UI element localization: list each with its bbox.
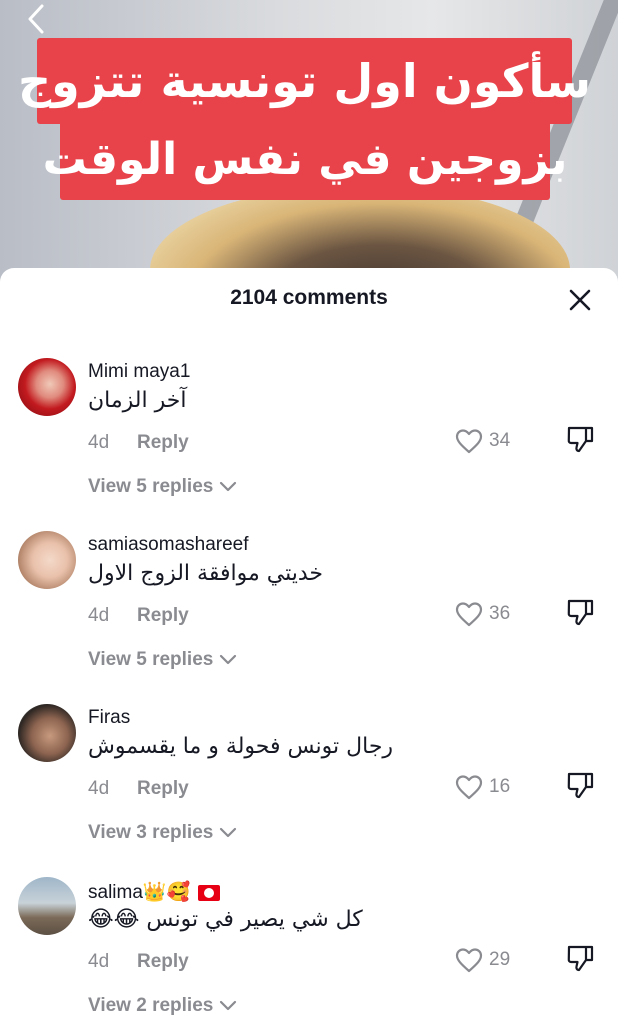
dislike-button[interactable] — [566, 770, 594, 800]
comment-age: 4d — [88, 432, 110, 453]
comment-text: رجال تونس فحولة و ما يقسموش — [88, 734, 394, 759]
dislike-button[interactable] — [566, 597, 594, 627]
view-replies-label: View 3 replies — [88, 822, 214, 843]
comment-text: كل شي يصير في تونس 😂😂 — [88, 907, 363, 932]
comment-username[interactable]: Firas — [88, 707, 130, 729]
comments-sheet: 2104 comments Mimi maya1 آخر الزمان 4d Re… — [0, 268, 618, 1024]
comment-item: Mimi maya1 آخر الزمان 4d Reply 34 View 5 … — [0, 358, 618, 530]
back-icon — [28, 4, 44, 34]
avatar[interactable] — [18, 877, 76, 935]
view-replies-button[interactable]: View 5 replies — [88, 649, 238, 671]
comment-meta: 4d Reply — [88, 432, 189, 454]
comment-meta: 4d Reply — [88, 951, 189, 973]
comment-age: 4d — [88, 951, 110, 972]
like-count: 36 — [489, 603, 511, 624]
like-count: 16 — [489, 776, 511, 797]
view-replies-label: View 5 replies — [88, 649, 214, 670]
avatar[interactable] — [18, 531, 76, 589]
reply-button[interactable]: Reply — [137, 778, 189, 799]
view-replies-button[interactable]: View 5 replies — [88, 476, 238, 498]
comment-count-title: 2104 comments — [230, 286, 388, 309]
comments-header: 2104 comments — [0, 268, 618, 332]
comment-username-text: salima👑🥰 — [88, 882, 191, 903]
comment-item: Firas رجال تونس فحولة و ما يقسموش 4d Repl… — [0, 704, 618, 876]
heart-icon — [455, 602, 483, 627]
view-replies-label: View 2 replies — [88, 995, 214, 1016]
dislike-button[interactable] — [566, 943, 594, 973]
comment-item: samiasomashareef خديتي موافقة الزوج الاو… — [0, 531, 618, 703]
comment-text: خديتي موافقة الزوج الاول — [88, 561, 323, 586]
avatar[interactable] — [18, 704, 76, 762]
heart-icon — [455, 775, 483, 800]
comment-item: salima👑🥰 كل شي يصير في تونس 😂😂 4d Reply 2… — [0, 877, 618, 1024]
like-button[interactable]: 29 — [455, 945, 510, 975]
chevron-down-icon — [220, 654, 237, 665]
comment-text: آخر الزمان — [88, 388, 187, 413]
like-count: 34 — [489, 430, 511, 451]
close-button[interactable] — [568, 288, 592, 312]
chevron-down-icon — [220, 1000, 237, 1011]
view-replies-label: View 5 replies — [88, 476, 214, 497]
tunisia-flag-icon — [197, 884, 220, 901]
dislike-icon — [567, 772, 594, 799]
banner-line-1: سأكون اول تونسية تتزوج — [18, 38, 591, 124]
back-button[interactable] — [22, 2, 52, 36]
banner-line-2: بزوجين في نفس الوقت — [43, 118, 567, 200]
dislike-icon — [567, 945, 594, 972]
chevron-down-icon — [220, 481, 237, 492]
heart-icon — [455, 429, 483, 454]
view-replies-button[interactable]: View 3 replies — [88, 822, 238, 844]
reply-button[interactable]: Reply — [137, 605, 189, 626]
comment-meta: 4d Reply — [88, 605, 189, 627]
like-button[interactable]: 36 — [455, 599, 510, 629]
avatar[interactable] — [18, 358, 76, 416]
like-button[interactable]: 34 — [455, 426, 510, 456]
comment-username[interactable]: samiasomashareef — [88, 534, 249, 556]
comment-username[interactable]: salima👑🥰 — [88, 880, 220, 904]
dislike-icon — [567, 426, 594, 453]
comment-meta: 4d Reply — [88, 778, 189, 800]
like-button[interactable]: 16 — [455, 772, 510, 802]
chevron-down-icon — [220, 827, 237, 838]
dislike-button[interactable] — [566, 424, 594, 454]
close-icon — [569, 289, 591, 311]
like-count: 29 — [489, 949, 511, 970]
view-replies-button[interactable]: View 2 replies — [88, 995, 238, 1017]
comment-username[interactable]: Mimi maya1 — [88, 361, 190, 383]
reply-button[interactable]: Reply — [137, 432, 189, 453]
reply-button[interactable]: Reply — [137, 951, 189, 972]
heart-icon — [455, 948, 483, 973]
comment-age: 4d — [88, 778, 110, 799]
comment-age: 4d — [88, 605, 110, 626]
dislike-icon — [567, 599, 594, 626]
